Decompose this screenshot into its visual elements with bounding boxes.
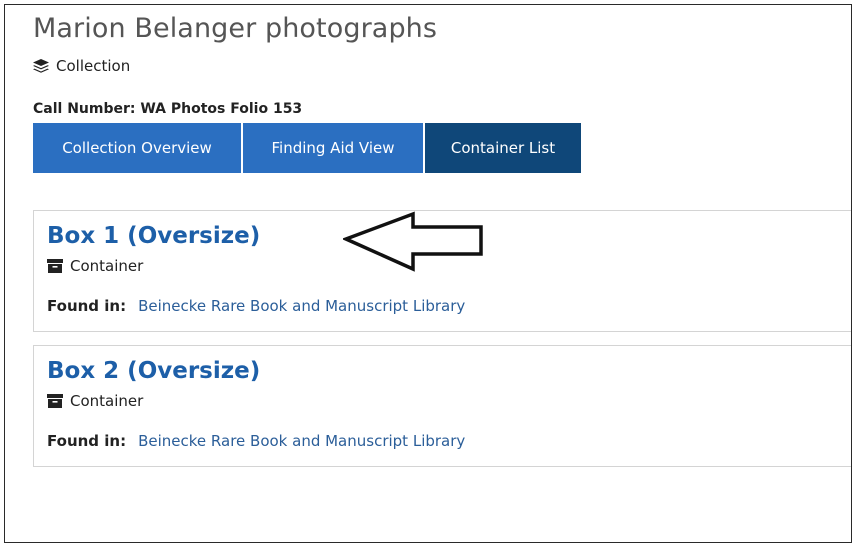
layers-icon [32,58,50,74]
result-title-link[interactable]: Box 2 (Oversize) [47,358,260,384]
result-title-link[interactable]: Box 1 (Oversize) [47,223,260,249]
result-type: Container [47,257,143,275]
archive-box-icon [47,394,63,408]
result-card: Box 2 (Oversize) Container Found in: Bei… [33,345,851,467]
page-frame: Marion Belanger photographs Collection C… [4,4,852,543]
page-title: Marion Belanger photographs [33,13,438,44]
tab-finding-aid-view[interactable]: Finding Aid View [243,123,423,173]
found-in: Found in: Beinecke Rare Book and Manuscr… [47,432,465,450]
archive-box-icon [47,259,63,273]
found-in-label: Found in: [47,432,127,450]
found-in: Found in: Beinecke Rare Book and Manuscr… [47,297,465,315]
result-type: Container [47,392,143,410]
repository-link[interactable]: Beinecke Rare Book and Manuscript Librar… [138,432,465,450]
tab-collection-overview[interactable]: Collection Overview [33,123,241,173]
found-in-label: Found in: [47,297,127,315]
record-type: Collection [32,57,130,75]
record-type-label: Collection [56,57,131,75]
result-type-label: Container [70,257,144,275]
record-tabs: Collection Overview Finding Aid View Con… [33,123,581,173]
left-arrow-icon [343,211,483,272]
repository-link[interactable]: Beinecke Rare Book and Manuscript Librar… [138,297,465,315]
call-number: Call Number: WA Photos Folio 153 [33,101,303,117]
result-type-label: Container [70,392,144,410]
tab-container-list[interactable]: Container List [425,123,581,173]
